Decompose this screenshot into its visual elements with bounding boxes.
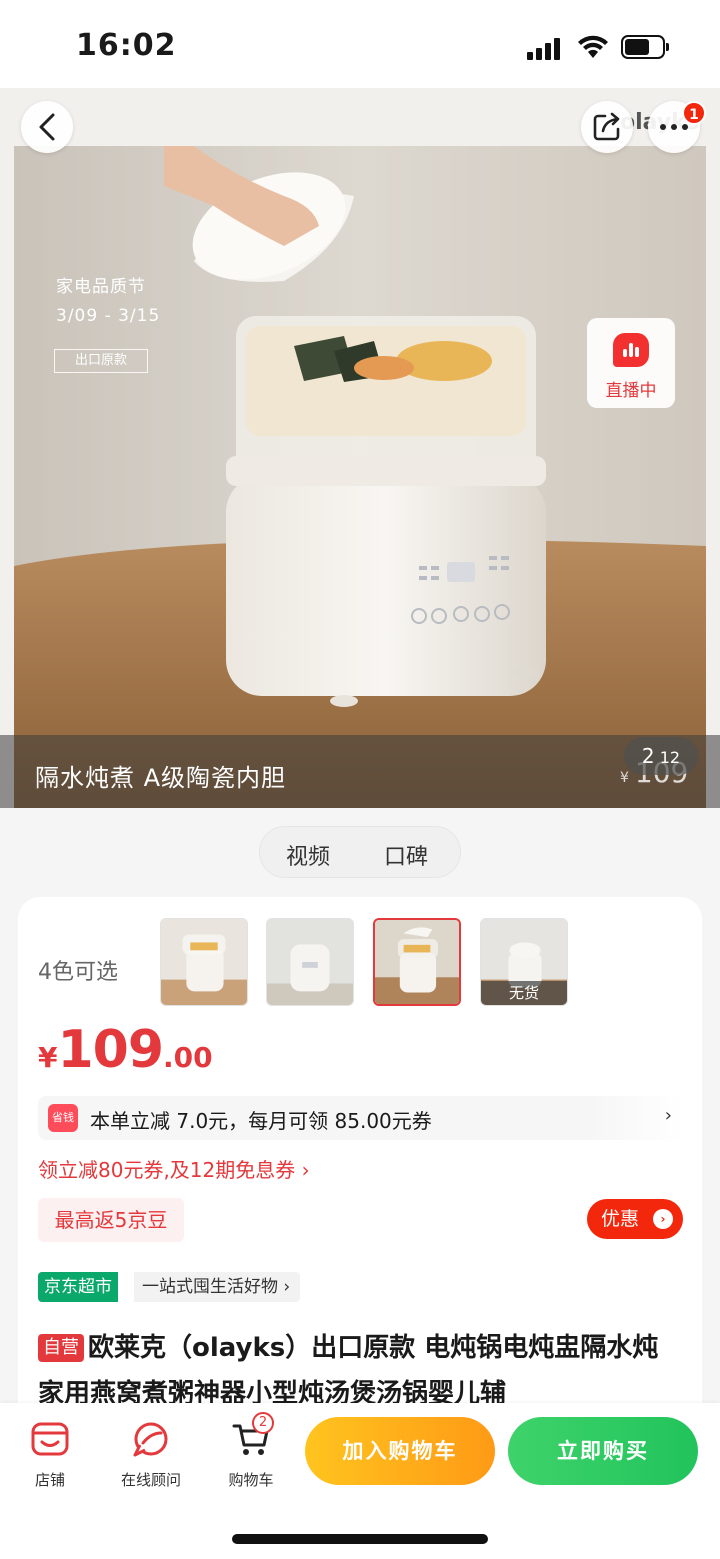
self-operated-badge: 自营 <box>38 1334 84 1362</box>
add-to-cart-button[interactable]: 加入购物车 <box>305 1417 495 1485</box>
discount-button-label: 优惠 <box>601 1208 640 1230</box>
back-button[interactable] <box>21 101 73 153</box>
buy-now-button[interactable]: 立即购买 <box>508 1417 698 1485</box>
media-tab-switch: 视频 口碑 <box>259 826 461 878</box>
jd-bean-reward-tag: 最高返5京豆 <box>38 1198 184 1242</box>
more-dots-icon <box>660 124 688 130</box>
hero-caption: 隔水炖煮 A级陶瓷内胆 <box>35 764 287 792</box>
cellular-signal-icon <box>527 38 563 60</box>
jd-supermarket-slogan[interactable]: 一站式囤生活好物 › <box>134 1272 301 1302</box>
home-indicator[interactable] <box>232 1534 488 1544</box>
status-bar: 16:02 <box>0 0 720 90</box>
coupon-savings-row[interactable]: 省钱 本单立减 7.0元，每月可领 85.00元券 › <box>38 1096 684 1140</box>
image-page-counter: 2 12 <box>624 737 698 775</box>
advisor-button[interactable]: 在线顾问 <box>106 1419 196 1490</box>
variant-count-label[interactable]: 4色可选 <box>38 954 118 986</box>
promo-export-tag: 出口原款 <box>54 349 148 373</box>
advisor-label: 在线顾问 <box>120 1471 181 1489</box>
cart-count-badge: 2 <box>252 1412 274 1434</box>
share-button[interactable] <box>581 101 633 153</box>
product-price: ¥109.00 <box>38 1020 213 1080</box>
tab-video[interactable]: 视频 <box>286 839 330 871</box>
discount-button[interactable]: 优惠 › <box>587 1199 683 1239</box>
claim-coupon-link[interactable]: 领立减80元券,及12期免息券 › <box>38 1154 310 1183</box>
out-of-stock-label: 无货 <box>481 981 567 1005</box>
jd-supermarket-tag[interactable]: 京东超市 <box>38 1272 118 1302</box>
live-bars-icon <box>613 333 649 367</box>
chevron-right-icon: › <box>653 1209 673 1229</box>
shop-label: 店铺 <box>34 1471 65 1489</box>
coupon-savings-text: 本单立减 7.0元，每月可领 85.00元券 <box>90 1109 432 1133</box>
share-icon <box>593 112 620 141</box>
message-count-badge: 1 <box>682 101 706 125</box>
promo-event-name: 家电品质节 <box>56 277 146 297</box>
shop-button[interactable]: 店铺 <box>5 1419 95 1490</box>
tab-reviews[interactable]: 口碑 <box>384 839 428 871</box>
variant-thumb-3[interactable] <box>373 918 461 1006</box>
product-title-text: 欧莱克（olayks）出口原款 电炖锅电炖盅隔水炖家用燕窝煮粥神器小型炖汤煲汤锅… <box>38 1333 659 1409</box>
save-money-icon: 省钱 <box>48 1104 78 1132</box>
promo-event-dates: 3/09 - 3/15 <box>56 306 161 326</box>
wifi-icon <box>578 35 608 58</box>
product-photo <box>14 146 706 808</box>
live-label: 直播中 <box>605 381 657 401</box>
live-stream-button[interactable]: 直播中 <box>587 318 675 408</box>
status-time: 16:02 <box>76 28 177 63</box>
product-hero-gallery[interactable]: 家电品质节 3/09 - 3/15 出口原款 隔水炖煮 A级陶瓷内胆 ¥109 <box>0 88 720 808</box>
headset-icon <box>133 1422 168 1457</box>
battery-icon <box>621 35 669 59</box>
chevron-right-icon: › <box>664 1105 672 1126</box>
variant-thumb-2[interactable] <box>266 918 354 1006</box>
chevron-left-icon <box>39 113 55 141</box>
shop-icon <box>31 1422 69 1456</box>
variant-thumb-4[interactable]: 无货 <box>480 918 568 1006</box>
cart-label: 购物车 <box>228 1471 274 1489</box>
variant-thumb-1[interactable] <box>160 918 248 1006</box>
cart-button[interactable]: 购物车 <box>206 1419 296 1490</box>
